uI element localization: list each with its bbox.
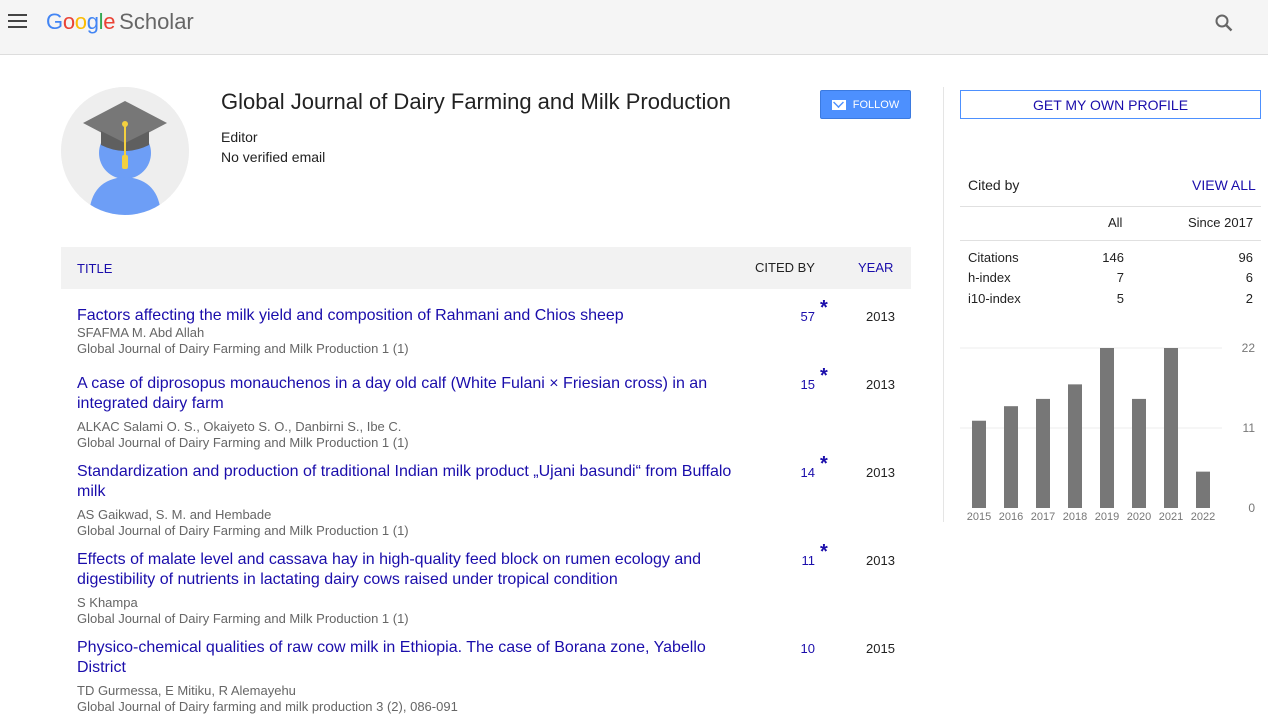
x-tick-label: 2018: [1063, 511, 1087, 523]
stat-label: Citations: [968, 250, 1019, 265]
x-tick-label: 2022: [1191, 511, 1215, 523]
sidebar-divider: [943, 87, 944, 522]
view-all-link[interactable]: VIEW ALL: [1192, 177, 1256, 193]
bar-2019: [1100, 348, 1114, 508]
article-year: 2013: [866, 465, 895, 480]
bar-2016: [1004, 406, 1018, 508]
envelope-icon: [831, 99, 846, 110]
y-tick-label: 0: [1248, 501, 1255, 515]
logo-letter: o: [74, 9, 87, 34]
stat-label: h-index: [968, 270, 1011, 285]
x-tick-label: 2017: [1031, 511, 1055, 523]
title-column-header[interactable]: TITLE: [77, 261, 112, 276]
article-authors: AS Gaikwad, S. M. and Hembade: [77, 507, 272, 522]
article-authors: ALKAC Salami O. S., Okaiyeto S. O., Danb…: [77, 419, 402, 434]
stats-col-all: All: [1108, 215, 1123, 230]
articles-table-header: TITLE CITED BY YEAR: [61, 247, 911, 289]
article-title-link[interactable]: Standardization and production of tradit…: [77, 462, 747, 502]
article-title-link[interactable]: Physico-chemical qualities of raw cow mi…: [77, 638, 747, 678]
bar-2021: [1164, 348, 1178, 508]
cited-by-count-link[interactable]: 14: [781, 465, 815, 480]
profile-name: Global Journal of Dairy Farming and Milk…: [221, 89, 731, 114]
logo-letter: G: [46, 9, 63, 34]
follow-label: FOLLOW: [852, 98, 900, 111]
search-icon[interactable]: [1214, 13, 1234, 33]
stat-all-value: 5: [1116, 291, 1124, 306]
stats-col-since: Since 2017: [1188, 215, 1254, 230]
stat-all-value: 7: [1116, 270, 1124, 285]
cited-by-count-link[interactable]: 10: [781, 641, 815, 656]
merged-citations-star[interactable]: *: [820, 365, 828, 388]
menu-icon[interactable]: [8, 14, 28, 30]
y-tick-label: 11: [1243, 421, 1256, 435]
cited-by-count-link[interactable]: 15: [781, 377, 815, 392]
cited-by-count-link[interactable]: 57: [781, 309, 815, 324]
stat-all-value: 146: [1102, 250, 1124, 265]
article-year: 2013: [866, 309, 895, 324]
year-column-header[interactable]: YEAR: [858, 260, 893, 275]
article-title-link[interactable]: Effects of malate level and cassava hay …: [77, 550, 747, 590]
top-app-bar: Google Scholar: [0, 0, 1268, 55]
bar-2020: [1132, 398, 1146, 508]
graduation-cap-avatar-icon: [61, 87, 189, 215]
citations-per-year-chart: 0 11 22 2015 2016 2017 2018 2019 2020 2021 2022: [960, 341, 1256, 523]
article-year: 2015: [866, 641, 895, 656]
article-authors: S Khampa: [77, 595, 138, 610]
get-my-own-profile-button[interactable]: GET MY OWN PROFILE: [960, 90, 1261, 119]
article-authors: SFAFMA M. Abd Allah: [77, 325, 205, 340]
article-venue: Global Journal of Dairy Farming and Milk…: [77, 611, 409, 626]
article-venue: Global Journal of Dairy farming and milk…: [77, 699, 458, 714]
cited-by-column-header: CITED BY: [755, 260, 815, 275]
logo-letter: g: [86, 9, 99, 34]
article-title-link[interactable]: Factors affecting the milk yield and com…: [77, 306, 747, 326]
logo-letter: o: [62, 9, 75, 34]
merged-citations-star[interactable]: *: [820, 541, 828, 564]
profile-avatar: [61, 87, 189, 215]
profile-email-status: No verified email: [221, 149, 326, 165]
follow-button[interactable]: FOLLOW: [820, 90, 911, 119]
article-year: 2013: [866, 377, 895, 392]
bar-2022: [1196, 471, 1210, 508]
x-tick-label: 2016: [999, 511, 1023, 523]
stat-since-value: 2: [1245, 291, 1253, 306]
article-title-link[interactable]: A case of diprosopus monauchenos in a da…: [77, 374, 747, 414]
article-venue: Global Journal of Dairy Farming and Milk…: [77, 523, 409, 538]
logo-google-text: Google: [46, 9, 115, 34]
x-tick-label: 2020: [1127, 511, 1151, 523]
divider: [960, 240, 1261, 241]
x-tick-label: 2019: [1095, 511, 1119, 523]
cited-by-count-link[interactable]: 11: [781, 553, 816, 568]
profile-affiliation: Editor: [221, 129, 258, 145]
stat-since-value: 96: [1238, 250, 1253, 265]
stat-since-value: 6: [1245, 270, 1253, 285]
google-scholar-logo[interactable]: Google Scholar: [46, 9, 194, 35]
article-venue: Global Journal of Dairy Farming and Milk…: [77, 341, 409, 356]
logo-scholar-text: Scholar: [119, 9, 194, 34]
x-tick-label: 2015: [967, 511, 991, 523]
article-venue: Global Journal of Dairy Farming and Milk…: [77, 435, 409, 450]
cited-by-heading: Cited by: [968, 177, 1020, 193]
logo-letter: e: [103, 9, 116, 34]
article-year: 2013: [866, 553, 895, 568]
x-tick-label: 2021: [1159, 511, 1183, 523]
bar-2017: [1036, 398, 1050, 508]
bar-2018: [1068, 384, 1082, 508]
y-tick-label: 22: [1242, 341, 1256, 355]
bar-2015: [972, 420, 986, 508]
stat-label: i10-index: [968, 291, 1021, 306]
article-authors: TD Gurmessa, E Mitiku, R Alemayehu: [77, 683, 296, 698]
merged-citations-star[interactable]: *: [820, 453, 828, 476]
divider: [960, 206, 1261, 207]
merged-citations-star[interactable]: *: [820, 297, 828, 320]
